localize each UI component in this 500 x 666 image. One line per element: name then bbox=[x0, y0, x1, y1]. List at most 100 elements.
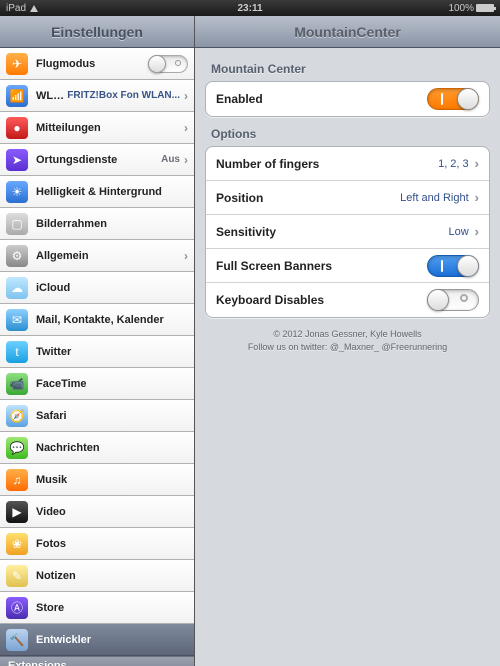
sidebar-item[interactable]: t Twitter bbox=[0, 336, 194, 368]
app-icon: ▶ bbox=[6, 501, 28, 523]
app-icon: t bbox=[6, 341, 28, 363]
sidebar-item-label: Nachrichten bbox=[36, 442, 188, 454]
app-icon: 📹 bbox=[6, 373, 28, 395]
detail-pane: MountainCenter Mountain Center Enabled O… bbox=[195, 16, 500, 666]
toggle-switch[interactable] bbox=[427, 289, 479, 311]
cell-label: Enabled bbox=[216, 92, 427, 106]
sidebar-item-label: Musik bbox=[36, 474, 188, 486]
toggle-switch[interactable] bbox=[148, 55, 188, 73]
battery-icon bbox=[476, 4, 494, 12]
app-icon: ✈ bbox=[6, 53, 28, 75]
app-icon: 📶 bbox=[6, 85, 28, 107]
section-header-extensions: Extensions bbox=[0, 656, 194, 666]
sidebar-item[interactable]: ☁ iCloud bbox=[0, 272, 194, 304]
sidebar-item[interactable]: ✉ Mail, Kontakte, Kalender bbox=[0, 304, 194, 336]
cell-label: Number of fingers bbox=[216, 157, 438, 171]
option-cell[interactable]: PositionLeft and Right › bbox=[206, 181, 489, 215]
sidebar-item-label: FaceTime bbox=[36, 378, 188, 390]
sidebar-item-label: Safari bbox=[36, 410, 188, 422]
enabled-switch[interactable] bbox=[427, 88, 479, 110]
sidebar-item-value: FRITZ!Box Fon WLAN... bbox=[67, 90, 180, 101]
sidebar-item[interactable]: 📹 FaceTime bbox=[0, 368, 194, 400]
sidebar-item[interactable]: 📶 WLANFRITZ!Box Fon WLAN... › bbox=[0, 80, 194, 112]
sidebar-item-label: Mitteilungen bbox=[36, 122, 184, 134]
app-icon: ☁ bbox=[6, 277, 28, 299]
chevron-right-icon: › bbox=[184, 153, 188, 167]
sidebar-item-label: Bilderrahmen bbox=[36, 218, 188, 230]
chevron-right-icon: › bbox=[475, 224, 479, 239]
sidebar-item[interactable]: ⚙ Allgemein› bbox=[0, 240, 194, 272]
device-label: iPad bbox=[6, 3, 26, 14]
cell-label: Position bbox=[216, 191, 400, 205]
app-icon: 🔨 bbox=[6, 629, 28, 651]
app-icon: ▢ bbox=[6, 213, 28, 235]
group-enabled: Enabled bbox=[205, 81, 490, 117]
sidebar-item-label: WLAN bbox=[36, 90, 67, 102]
sidebar-item[interactable]: ✈Flugmodus bbox=[0, 48, 194, 80]
toggle-switch[interactable] bbox=[427, 255, 479, 277]
sidebar-item-label: Allgemein bbox=[36, 250, 184, 262]
cell-label: Sensitivity bbox=[216, 225, 448, 239]
chevron-right-icon: › bbox=[475, 156, 479, 171]
option-cell[interactable]: Keyboard Disables bbox=[206, 283, 489, 317]
sidebar-item[interactable]: ▢ Bilderrahmen bbox=[0, 208, 194, 240]
section-header-options: Options bbox=[211, 127, 484, 141]
cell-value: 1, 2, 3 bbox=[438, 158, 469, 170]
chevron-right-icon: › bbox=[475, 190, 479, 205]
app-icon: ➤ bbox=[6, 149, 28, 171]
app-icon: ✎ bbox=[6, 565, 28, 587]
app-icon: ❀ bbox=[6, 533, 28, 555]
cell-enabled[interactable]: Enabled bbox=[206, 82, 489, 116]
section-header-main: Mountain Center bbox=[211, 62, 484, 76]
chevron-right-icon: › bbox=[184, 121, 188, 135]
chevron-right-icon: › bbox=[184, 249, 188, 263]
app-icon: 🧭 bbox=[6, 405, 28, 427]
battery-pct: 100% bbox=[448, 3, 474, 14]
sidebar-item-label: Twitter bbox=[36, 346, 188, 358]
chevron-right-icon: › bbox=[184, 89, 188, 103]
sidebar-item[interactable]: 💬 Nachrichten bbox=[0, 432, 194, 464]
sidebar-list[interactable]: ✈Flugmodus 📶 WLANFRITZ!Box Fon WLAN... › ● Mi… bbox=[0, 48, 194, 666]
app-icon: Ⓐ bbox=[6, 597, 28, 619]
sidebar-item[interactable]: ☀Helligkeit & Hintergrund bbox=[0, 176, 194, 208]
sidebar-item[interactable]: Ⓐ Store bbox=[0, 592, 194, 624]
clock: 23:11 bbox=[169, 3, 332, 14]
sidebar-item-label: Store bbox=[36, 602, 188, 614]
sidebar-item[interactable]: ● Mitteilungen› bbox=[0, 112, 194, 144]
sidebar-item[interactable]: 🧭 Safari bbox=[0, 400, 194, 432]
status-bar: iPad 23:11 100% bbox=[0, 0, 500, 16]
sidebar-item-label: Ortungsdienste bbox=[36, 154, 161, 166]
cell-value: Left and Right bbox=[400, 192, 469, 204]
app-icon: ♫ bbox=[6, 469, 28, 491]
sidebar-item[interactable]: ➤ OrtungsdiensteAus › bbox=[0, 144, 194, 176]
sidebar-item[interactable]: 🔨 Entwickler bbox=[0, 624, 194, 656]
sidebar-item[interactable]: ♫ Musik bbox=[0, 464, 194, 496]
sidebar-item-label: Mail, Kontakte, Kalender bbox=[36, 314, 188, 326]
sidebar-item-label: iCloud bbox=[36, 282, 188, 294]
group-options: Number of fingers1, 2, 3›PositionLeft an… bbox=[205, 146, 490, 318]
settings-sidebar: Einstellungen ✈Flugmodus 📶 WLANFRITZ!Box F… bbox=[0, 16, 195, 666]
detail-title: MountainCenter bbox=[195, 16, 500, 48]
sidebar-item-value: Aus bbox=[161, 154, 180, 165]
footer-credits: © 2012 Jonas Gessner, Kyle Howells Follo… bbox=[205, 328, 490, 353]
sidebar-item-label: Fotos bbox=[36, 538, 188, 550]
sidebar-item[interactable]: ▶ Video bbox=[0, 496, 194, 528]
wifi-icon bbox=[30, 5, 38, 12]
sidebar-item[interactable]: ❀ Fotos bbox=[0, 528, 194, 560]
option-cell[interactable]: SensitivityLow › bbox=[206, 215, 489, 249]
cell-value: Low bbox=[448, 226, 468, 238]
cell-label: Keyboard Disables bbox=[216, 293, 427, 307]
sidebar-title: Einstellungen bbox=[0, 16, 194, 48]
app-icon: ● bbox=[6, 117, 28, 139]
sidebar-item[interactable]: ✎ Notizen bbox=[0, 560, 194, 592]
app-icon: ⚙ bbox=[6, 245, 28, 267]
sidebar-item-label: Entwickler bbox=[36, 634, 188, 646]
sidebar-item-label: Helligkeit & Hintergrund bbox=[36, 186, 188, 198]
option-cell[interactable]: Number of fingers1, 2, 3 › bbox=[206, 147, 489, 181]
option-cell[interactable]: Full Screen Banners bbox=[206, 249, 489, 283]
app-icon: 💬 bbox=[6, 437, 28, 459]
cell-label: Full Screen Banners bbox=[216, 259, 427, 273]
sidebar-item-label: Notizen bbox=[36, 570, 188, 582]
sidebar-item-label: Video bbox=[36, 506, 188, 518]
app-icon: ✉ bbox=[6, 309, 28, 331]
